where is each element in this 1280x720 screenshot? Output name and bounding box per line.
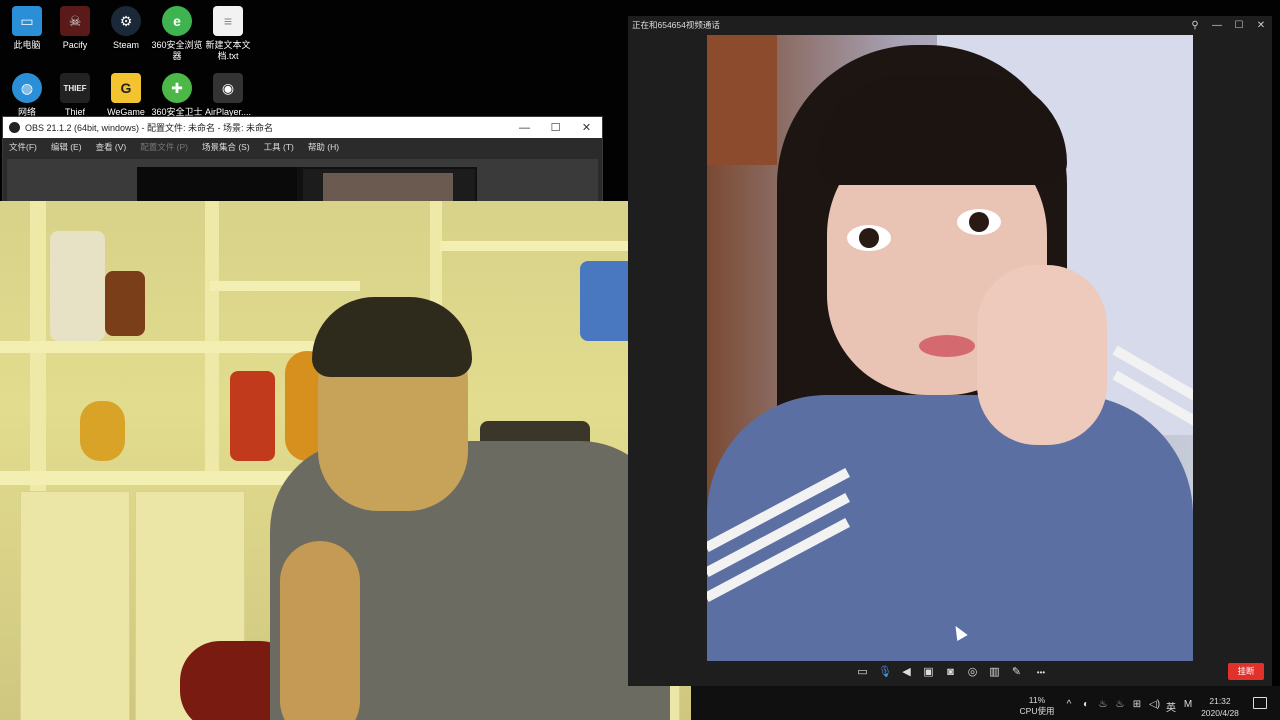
tray-expand-icon[interactable]: ^ [1064, 699, 1074, 714]
obs-maximize-button[interactable]: ☐ [540, 121, 571, 134]
security-360-icon: ✚ [162, 73, 192, 103]
system-tray: ^ ◐ ♨ ♨ ⊞ ◁) 英 M [1064, 699, 1193, 714]
browser-360-icon: e [162, 6, 192, 36]
call-window-title: 正在和654654视频通话 [632, 20, 720, 30]
desktop: ▭ 此电脑 ☠ Pacify ⚙ Steam e 360安全浏览器 ≡ 新建文本… [0, 0, 1280, 720]
obs-logo-icon [9, 122, 20, 133]
tray-app-icon[interactable]: ♨ [1098, 699, 1108, 714]
camera-off-icon[interactable]: ▣ [922, 666, 935, 679]
volume-icon[interactable]: ◁) [1149, 699, 1160, 714]
obs-menu-tools[interactable]: 工具 (T) [264, 141, 294, 153]
hangup-button[interactable]: 挂断 [1228, 663, 1264, 680]
obs-window[interactable]: OBS 21.1.2 (64bit, windows) - 配置文件: 未命名 … [2, 116, 603, 209]
desktop-icon-label: Pacify [62, 40, 88, 50]
cpu-usage[interactable]: 11% CPU使用 [1017, 695, 1057, 717]
obs-menu-edit[interactable]: 编辑 (E) [51, 141, 82, 153]
cpu-label: CPU使用 [1019, 706, 1055, 716]
desktop-icon-new-text-file[interactable]: ≡ 新建文本文档.txt [201, 6, 255, 62]
microphone-icon[interactable]: 🎙 [878, 666, 892, 679]
chat-icon[interactable]: ▭ [856, 666, 869, 679]
layout-icon[interactable]: ▥ [988, 666, 1001, 679]
thief-game-icon: THIEF [60, 73, 90, 103]
text-file-icon: ≡ [213, 6, 243, 36]
record-icon[interactable]: ◎ [966, 666, 979, 679]
network-icon: ◍ [12, 73, 42, 103]
screenshot-icon[interactable]: ◙ [944, 666, 957, 679]
notification-center-icon[interactable] [1253, 697, 1267, 709]
cpu-percent: 11% [1028, 695, 1046, 705]
video-call-window[interactable]: 正在和654654视频通话 ⚲ — ☐ ✕ ▭ 🎙 ◀ ▣ ◙ ◎ ▥ ✎ ••… [628, 16, 1272, 686]
more-icon[interactable]: ••• [1032, 666, 1050, 679]
obs-titlebar[interactable]: OBS 21.1.2 (64bit, windows) - 配置文件: 未命名 … [3, 117, 602, 138]
desktop-icon-network[interactable]: ◍ 网络 [0, 73, 54, 118]
desktop-icon-steam[interactable]: ⚙ Steam [99, 6, 153, 51]
system-clock[interactable]: 21:32 2020/4/28 [1195, 695, 1245, 719]
clock-date: 2020/4/28 [1201, 708, 1239, 718]
tray-app-icon[interactable]: ♨ [1115, 699, 1125, 714]
desktop-icon-pacify[interactable]: ☠ Pacify [48, 6, 102, 51]
obs-window-title: OBS 21.1.2 (64bit, windows) - 配置文件: 未命名 … [25, 123, 274, 133]
call-titlebar[interactable]: 正在和654654视频通话 ⚲ — ☐ ✕ [628, 16, 1272, 34]
call-maximize-button[interactable]: ☐ [1228, 20, 1250, 31]
tray-app-icon[interactable]: ◐ [1081, 699, 1091, 714]
obs-menu-profile: 配置文件 (P) [140, 141, 188, 152]
desktop-icon-wegame[interactable]: G WeGame [99, 73, 153, 118]
desktop-icon-label: 此电脑 [13, 40, 41, 50]
network-tray-icon[interactable]: ⊞ [1132, 699, 1142, 714]
obs-menubar: 文件(F) 编辑 (E) 查看 (V) 配置文件 (P) 场景集合 (S) 工具… [3, 138, 602, 155]
input-method-icon[interactable]: M [1183, 699, 1193, 714]
call-minimize-button[interactable]: — [1206, 20, 1228, 31]
pin-icon[interactable]: ⚲ [1184, 20, 1206, 31]
taskbar: 11% CPU使用 ^ ◐ ♨ ♨ ⊞ ◁) 英 M 21:32 2020/4/… [691, 686, 1280, 720]
computer-icon: ▭ [12, 6, 42, 36]
clock-time: 21:32 [1209, 696, 1231, 706]
obs-menu-view[interactable]: 查看 (V) [96, 141, 127, 153]
call-close-button[interactable]: ✕ [1250, 20, 1272, 31]
airplayer-icon: ◉ [213, 73, 243, 103]
desktop-icon-360-security[interactable]: ✚ 360安全卫士 [150, 73, 204, 118]
obs-menu-help[interactable]: 帮助 (H) [308, 141, 339, 153]
webcam-feed [0, 201, 691, 720]
desktop-icon-airplayer[interactable]: ◉ AirPlayer.... [201, 73, 255, 118]
steam-icon: ⚙ [111, 6, 141, 36]
desktop-icon-label: 360安全浏览器 [151, 40, 203, 61]
desktop-icon-label: Steam [112, 40, 139, 50]
obs-minimize-button[interactable]: — [509, 122, 540, 134]
wegame-icon: G [111, 73, 141, 103]
desktop-icon-360-browser[interactable]: e 360安全浏览器 [150, 6, 204, 62]
remote-video[interactable] [707, 35, 1193, 661]
edit-icon[interactable]: ✎ [1010, 666, 1023, 679]
obs-menu-file[interactable]: 文件(F) [9, 141, 37, 153]
obs-close-button[interactable]: ✕ [571, 121, 602, 134]
input-language-indicator[interactable]: 英 [1166, 699, 1176, 714]
desktop-icon-label: 新建文本文档.txt [205, 40, 251, 61]
desktop-icon-this-pc[interactable]: ▭ 此电脑 [0, 6, 54, 51]
call-toolbar: ▭ 🎙 ◀ ▣ ◙ ◎ ▥ ✎ ••• 挂断 [628, 661, 1272, 686]
obs-menu-scene-collection[interactable]: 场景集合 (S) [202, 141, 250, 153]
obs-preview-area[interactable] [7, 159, 598, 209]
speaker-icon[interactable]: ◀ [900, 666, 913, 679]
pacify-game-icon: ☠ [60, 6, 90, 36]
desktop-icon-thief[interactable]: THIEF Thief [48, 73, 102, 118]
